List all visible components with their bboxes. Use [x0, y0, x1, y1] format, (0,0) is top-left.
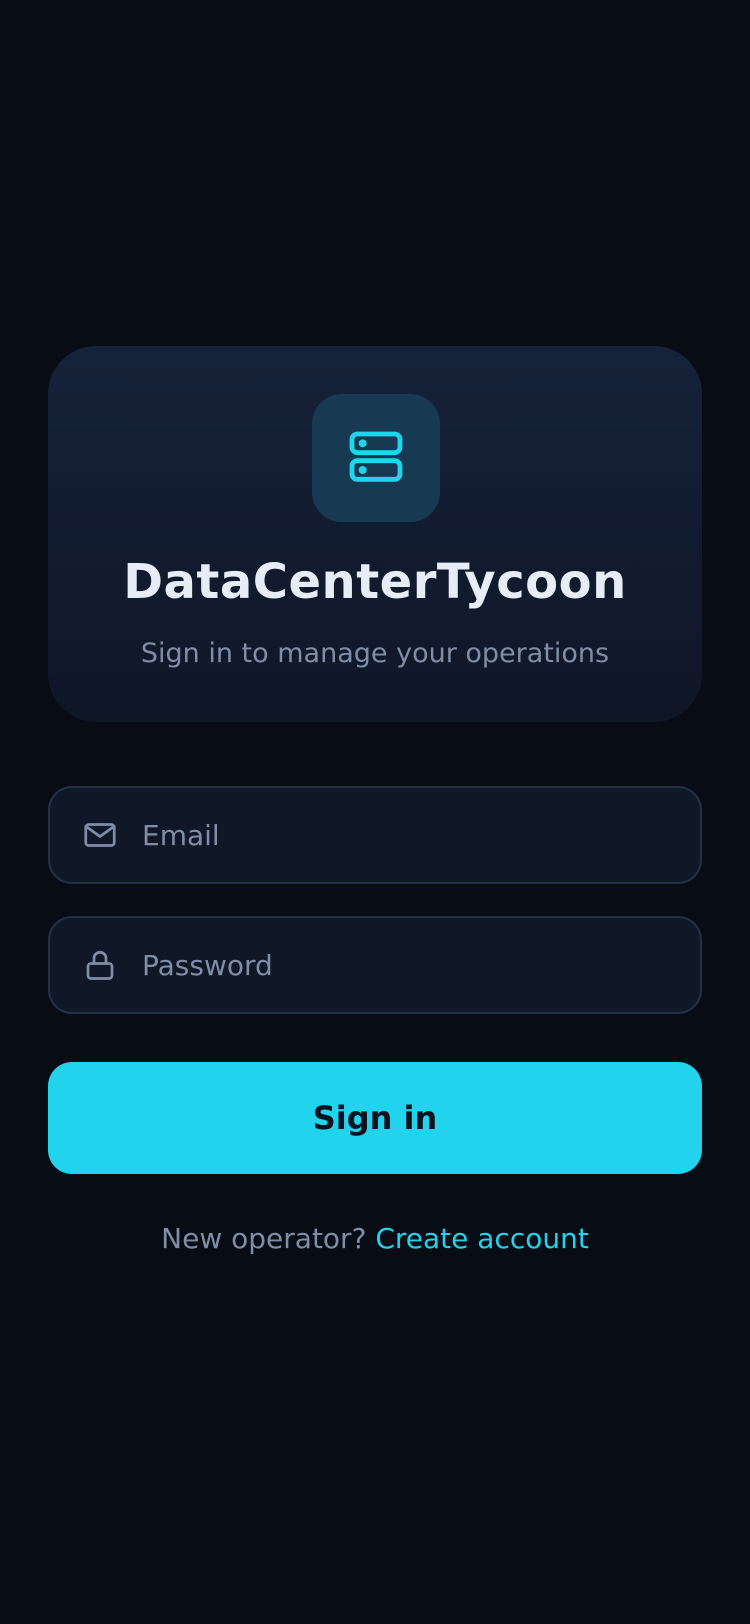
email-input[interactable] — [142, 788, 700, 882]
password-input[interactable] — [142, 918, 700, 1012]
signup-prompt-text: New operator? — [161, 1222, 376, 1255]
server-icon — [349, 431, 403, 482]
password-field[interactable] — [48, 916, 702, 1014]
lock-icon — [82, 947, 118, 983]
app-logo — [312, 394, 440, 522]
create-account-link[interactable]: Create account — [375, 1222, 589, 1255]
sign-in-button[interactable]: Sign in — [48, 1062, 702, 1174]
app-title: DataCenterTycoon — [123, 554, 627, 610]
signup-prompt: New operator? Create account — [0, 1222, 750, 1255]
email-field[interactable] — [48, 786, 702, 884]
app-subtitle: Sign in to manage your operations — [140, 638, 610, 669]
login-screen: DataCenterTycoon Sign in to manage your … — [0, 0, 750, 1624]
hero-card: DataCenterTycoon Sign in to manage your … — [48, 346, 702, 722]
mail-icon — [82, 817, 118, 853]
